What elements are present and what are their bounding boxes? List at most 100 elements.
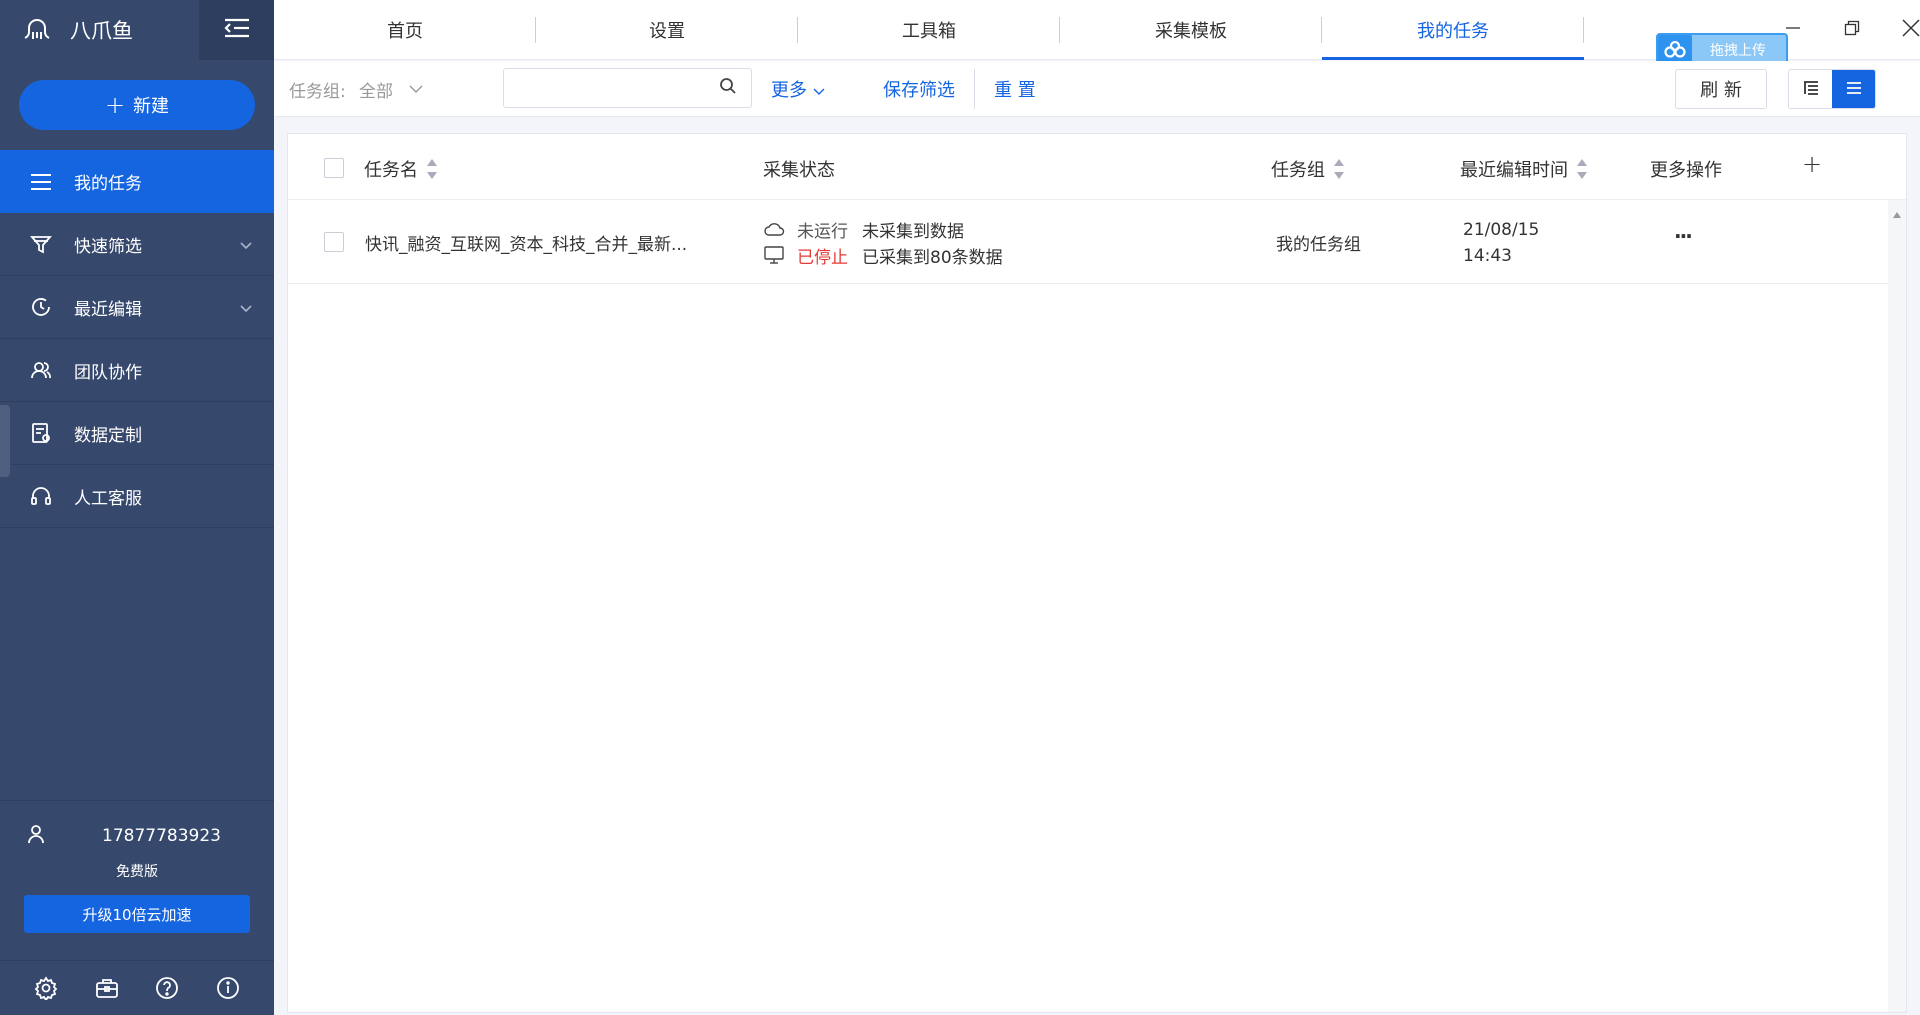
menu-collapse-icon [223,17,251,43]
tab-toolbox[interactable]: 工具箱 [798,0,1060,60]
user-phone: 17877783923 [102,826,221,846]
sidebar-bottom-toolbar [0,960,274,1015]
brand-bar: 八爪鱼 [0,0,274,60]
scroll-up-icon[interactable] [1892,204,1902,223]
sidebar-item-quick-filter[interactable]: 快速筛选 [0,213,274,276]
divider [974,69,975,109]
filter-bar: 任务组: 全部 更多 保存筛选 重 置 刷 新 [274,61,1920,117]
local-status-line: 已停止 已采集到80条数据 [763,242,1003,268]
cloud-status-line: 未运行 未采集到数据 [763,216,1003,242]
sort-icon[interactable] [1333,158,1345,180]
top-tab-bar: 首页 设置 工具箱 采集模板 我的任务 拖拽上传 [274,0,1920,67]
sidebar-item-label: 快速筛选 [74,236,142,257]
help-icon[interactable] [155,976,179,1000]
sidebar-drag-handle[interactable] [0,405,10,477]
task-group-select[interactable]: 全部 [359,77,393,102]
sort-icon[interactable] [426,158,438,180]
column-header-edited[interactable]: 最近编辑时间 [1460,156,1588,182]
column-header-label: 任务组 [1271,160,1325,181]
row-checkbox[interactable] [324,232,344,252]
more-filter-button[interactable]: 更多 [771,76,825,102]
task-name[interactable]: 快讯_融资_互联网_资本_科技_合并_最新... [365,230,705,255]
sidebar-item-label: 最近编辑 [74,299,142,320]
restore-icon [1844,20,1860,40]
tab-settings[interactable]: 设置 [536,0,798,60]
chevron-down-icon [813,80,825,101]
refresh-button[interactable]: 刷 新 [1675,69,1767,109]
plus-icon: + [104,91,126,119]
column-header-name[interactable]: 任务名 [364,156,438,182]
search-input[interactable] [503,68,752,108]
task-group: 我的任务组 [1276,235,1361,255]
task-status: 未运行 未采集到数据 已停止 已采集到80条数据 [763,216,1003,268]
new-task-label: 新建 [133,96,170,117]
close-icon [1902,19,1920,41]
cloud-icon [763,221,785,237]
table-scrollbar[interactable] [1888,200,1906,1012]
sidebar-nav: 我的任务 快速筛选 最近编辑 团队协作 数据定制 人工客服 [0,150,274,528]
edited-time: 21/08/15 14:43 [1463,217,1539,269]
tree-view-icon [1802,80,1820,100]
save-filter-button[interactable]: 保存筛选 [883,76,955,102]
sidebar-item-label: 人工客服 [74,488,142,509]
more-filter-label: 更多 [771,80,807,101]
settings-icon[interactable] [34,976,58,1000]
column-header-label: 任务名 [364,160,418,181]
filter-icon [28,231,54,257]
view-toggle [1788,69,1876,109]
task-group-label: 任务组: [289,82,346,102]
list-icon [28,169,54,195]
tab-templates[interactable]: 采集模板 [1060,0,1322,60]
column-header-label: 更多操作 [1650,160,1722,181]
octopus-logo-icon [22,13,52,47]
column-header-actions: 更多操作 [1650,156,1722,182]
app-name: 八爪鱼 [70,19,133,43]
column-header-status: 采集状态 [763,156,835,182]
table-row[interactable]: 快讯_融资_互联网_资本_科技_合并_最新... 未运行 未采集到数据 已停止 … [288,200,1888,284]
sidebar-item-support[interactable]: 人工客服 [0,465,274,528]
menu-collapse-button[interactable] [199,0,274,60]
sidebar: 八爪鱼 + 新建 我的任务 快速筛选 最近编辑 团队协作 数据定制 人工客服 1… [0,0,274,1015]
column-header-label: 最近编辑时间 [1460,160,1568,181]
sidebar-item-team[interactable]: 团队协作 [0,339,274,402]
sidebar-item-label: 团队协作 [74,362,142,383]
more-actions-button[interactable]: ··· [1674,224,1693,248]
sidebar-item-my-tasks[interactable]: 我的任务 [0,150,274,213]
local-status: 已停止 [797,247,848,268]
toolbox-icon[interactable] [95,976,119,1000]
info-icon[interactable] [216,976,240,1000]
headset-icon [28,483,54,509]
tab-home[interactable]: 首页 [274,0,536,60]
chevron-down-icon[interactable] [408,79,424,98]
tab-my-tasks[interactable]: 我的任务 [1322,0,1584,60]
local-data-count: 已采集到80条数据 [862,247,1003,268]
user-icon [26,824,46,849]
restore-button[interactable] [1832,10,1872,50]
add-column-button[interactable]: + [1802,150,1822,178]
data-custom-icon [28,420,54,446]
drag-upload-label: 拖拽上传 [1710,43,1766,59]
list-view-button[interactable] [1832,70,1875,108]
table-header: 任务名 采集状态 任务组 最近编辑时间 更多操作 + [288,134,1908,200]
team-icon [28,357,54,383]
edited-date: 21/08/15 [1463,220,1540,240]
new-task-button[interactable]: + 新建 [19,80,255,130]
monitor-icon [763,246,785,264]
select-all-checkbox[interactable] [324,158,344,178]
upgrade-button[interactable]: 升级10倍云加速 [24,895,250,933]
close-button[interactable] [1891,10,1920,50]
tree-view-button[interactable] [1789,70,1832,108]
column-header-group[interactable]: 任务组 [1271,156,1345,182]
brand: 八爪鱼 [0,0,199,60]
cloud-data-count: 未采集到数据 [862,221,964,242]
chevron-down-icon [240,235,252,255]
reset-button[interactable]: 重 置 [994,76,1036,102]
sidebar-item-data-custom[interactable]: 数据定制 [0,402,274,465]
plan-label: 免费版 [116,864,158,880]
task-table: 任务名 采集状态 任务组 最近编辑时间 更多操作 + 快讯_融资_互联网_资本_… [287,133,1908,1013]
sidebar-item-recent-edits[interactable]: 最近编辑 [0,276,274,339]
cloud-status: 未运行 [797,221,848,242]
sort-icon[interactable] [1576,158,1588,180]
recent-clock-icon [28,294,54,320]
list-view-icon [1845,80,1863,100]
